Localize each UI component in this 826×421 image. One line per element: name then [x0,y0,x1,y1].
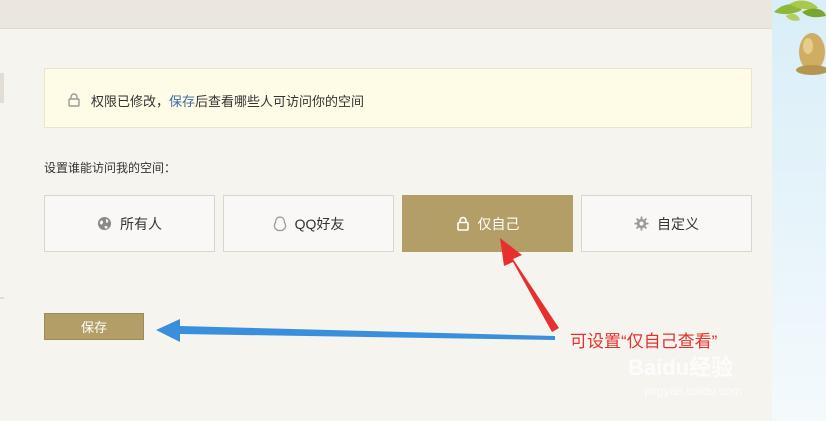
annotation-text: 可设置“仅自己查看” [570,332,718,351]
blue-arrow-icon [156,319,555,342]
red-arrow-icon [500,238,559,332]
baidu-watermark-url: jingyan.baidu.com [645,384,742,398]
baidu-watermark-logo: Baidu经验 [628,355,734,380]
